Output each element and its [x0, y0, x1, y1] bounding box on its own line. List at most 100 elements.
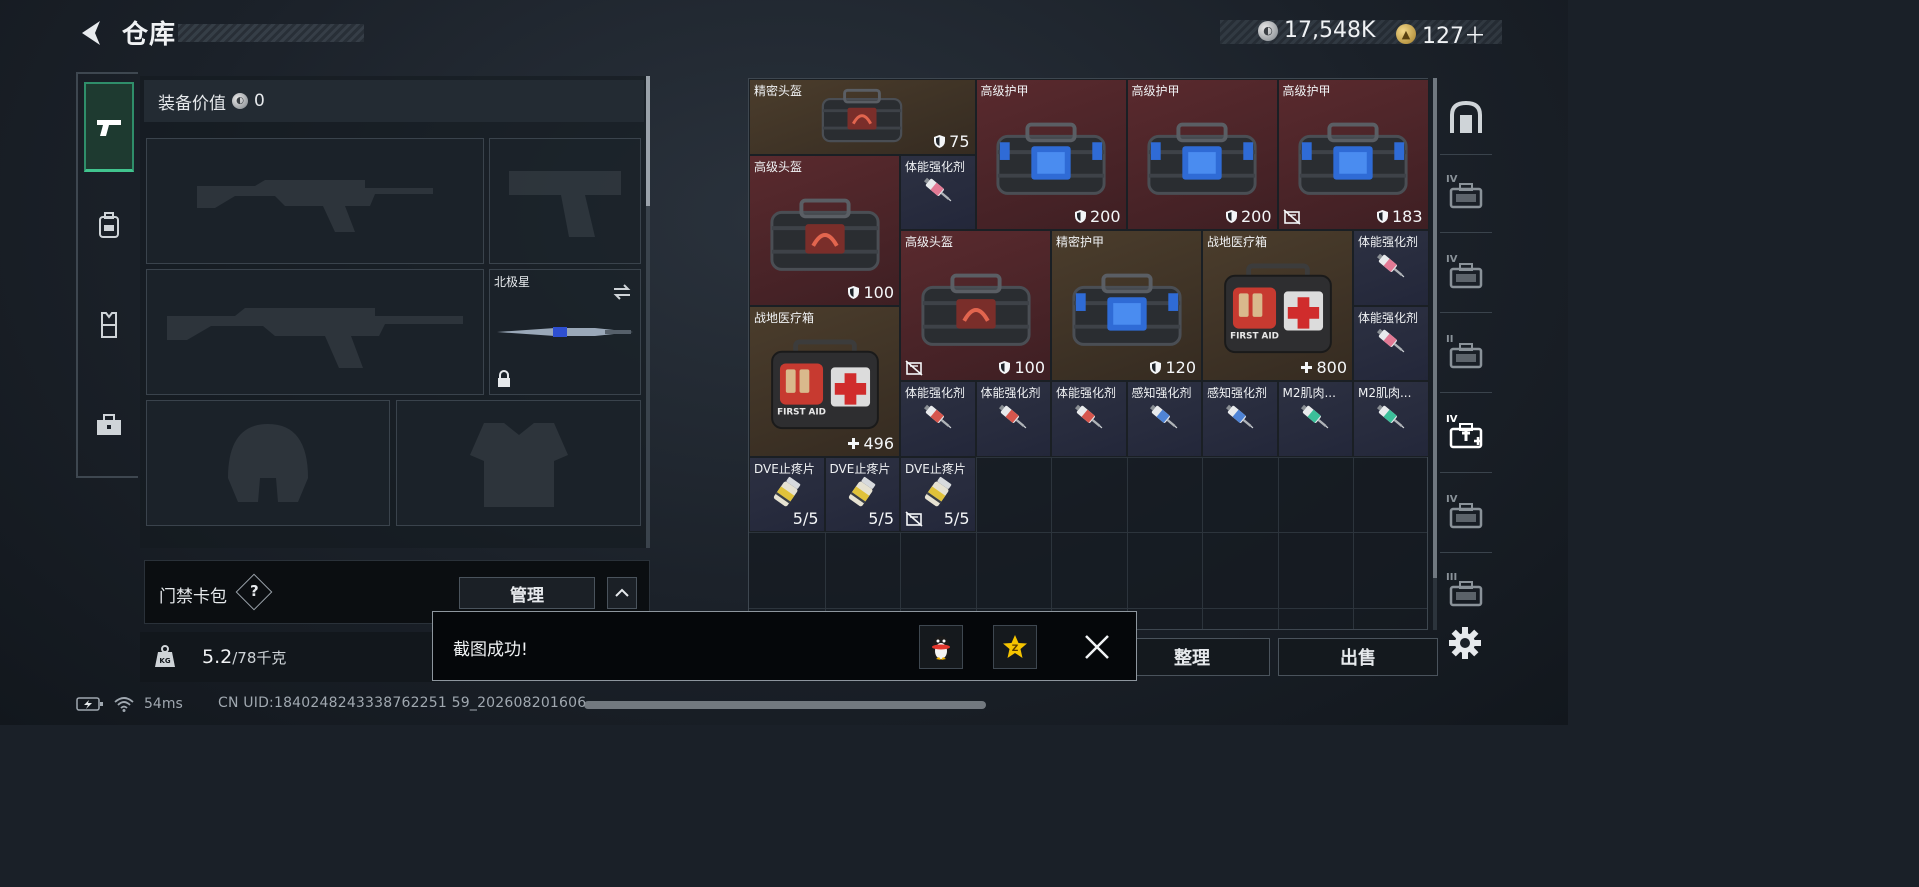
inventory-item[interactable]: 高级头盔 100 [900, 230, 1051, 381]
item-name: 体能强化剂 [905, 386, 966, 400]
syringe-pink-icon [1376, 328, 1405, 353]
svg-text:Z: Z [1012, 644, 1019, 654]
inventory-item[interactable]: 体能强化剂 [1353, 305, 1429, 381]
inventory-item[interactable]: 感知强化剂 [1126, 381, 1202, 457]
melee-slot[interactable]: 北极星 [489, 269, 641, 395]
safe-box-tab[interactable] [1444, 96, 1488, 140]
durability-shield-icon [934, 134, 946, 148]
tab-weapons[interactable] [84, 82, 134, 172]
weight-capacity: /78千克 [232, 649, 287, 667]
inventory-item[interactable]: DVE止疼片 5/5 [824, 456, 900, 532]
container-case-icon [1449, 503, 1483, 529]
ammo-box-tab[interactable]: IV [1444, 254, 1488, 298]
inventory-item[interactable]: 体能强化剂 [1353, 230, 1429, 306]
inventory-item[interactable]: DVE止疼片 5/5 [900, 456, 976, 532]
expand-button[interactable] [607, 577, 637, 609]
armor-slot[interactable] [396, 400, 641, 526]
pistol-slot[interactable] [489, 138, 641, 264]
item-name: 高级头盔 [905, 235, 954, 249]
inventory-item[interactable]: 感知强化剂 [1202, 381, 1278, 457]
pistol-silhouette-icon [509, 171, 621, 237]
back-arrow-icon[interactable] [76, 18, 104, 48]
item-name: 体能强化剂 [980, 386, 1041, 400]
tactical-bag-red-icon [920, 274, 1031, 347]
tactical-bag-red-icon [822, 88, 903, 142]
inventory-item[interactable]: 高级头盔 100 [749, 154, 900, 306]
share-qzone-button[interactable]: Z [993, 625, 1037, 669]
home-indicator[interactable] [584, 701, 986, 709]
item-value-text: 200 [1089, 207, 1121, 226]
item-value-text: 100 [1014, 358, 1045, 377]
weight-current: 5.2 [202, 646, 233, 668]
tab-vest[interactable] [84, 280, 134, 370]
manage-button[interactable]: 管理 [459, 577, 595, 609]
item-value: 5/5 [793, 509, 819, 528]
tab-divider [1440, 232, 1492, 233]
settings-gear-icon[interactable] [1448, 626, 1482, 660]
item-icon-wrap [917, 262, 1035, 360]
container-case-icon [1449, 581, 1483, 607]
item-value: 5/5 [868, 509, 894, 528]
inventory-item[interactable]: 体能强化剂 [900, 154, 976, 230]
item-name: 高级护甲 [1282, 84, 1331, 98]
secondary-weapon-slot[interactable] [146, 269, 484, 395]
tab-items[interactable] [84, 380, 134, 470]
item-value-text: 800 [1316, 358, 1347, 377]
equipment-panel: 装备价值 ◐ 0 北极星 [140, 76, 648, 548]
item-icon-wrap: FIRST AID [1219, 262, 1337, 360]
inventory-item[interactable]: 体能强化剂 [1051, 381, 1127, 457]
page-title: 仓库 [122, 20, 177, 50]
share-qq-button[interactable] [919, 625, 963, 669]
inventory-item[interactable]: DVE止疼片 5/5 [749, 456, 825, 532]
item-icon-wrap [1293, 399, 1337, 438]
equipment-value: 0 [254, 91, 265, 111]
title-decoration [178, 24, 364, 42]
help-icon: ? [249, 582, 259, 601]
inventory-item[interactable]: 高级护甲 200 [975, 79, 1127, 230]
swap-icon[interactable] [612, 284, 632, 300]
first-aid-kit-icon: FIRST AID [770, 339, 879, 430]
inventory-item[interactable]: 高级护甲 200 [1126, 79, 1278, 230]
weapon-rack-tab[interactable]: III [1444, 572, 1488, 616]
inventory-item[interactable]: 体能强化剂 [975, 381, 1051, 457]
weight-bar: KG 5.2/78千克 [140, 632, 440, 682]
primary-weapon-slot[interactable] [146, 138, 484, 264]
inventory-item[interactable]: 精密护甲 120 [1051, 230, 1202, 381]
no-drop-icon [905, 360, 923, 376]
tab-divider [1440, 312, 1492, 313]
medical-box-tab[interactable]: IV [1444, 414, 1488, 458]
inventory-scrollbar[interactable] [1433, 78, 1437, 630]
gun-case-tab[interactable]: II [1444, 334, 1488, 378]
item-icon-wrap [817, 86, 907, 148]
inventory-item[interactable]: 高级护甲 183 [1277, 79, 1429, 230]
item-value-text: 120 [1165, 358, 1196, 377]
weight-icon: KG [155, 645, 175, 667]
sort-button[interactable]: 整理 [1114, 638, 1270, 676]
item-value-text: 183 [1391, 207, 1423, 226]
qzone-star-icon: Z [1003, 635, 1027, 658]
inventory-item[interactable]: M2肌肉... [1353, 381, 1429, 457]
help-button[interactable]: ? [235, 573, 273, 611]
tab-backpack[interactable] [84, 180, 134, 270]
sell-button[interactable]: 出售 [1278, 638, 1438, 676]
no-drop-icon [905, 511, 923, 527]
item-name: 体能强化剂 [1056, 386, 1117, 400]
equipment-value-bar: 装备价值 ◐ 0 [144, 80, 644, 122]
pill-bottle-icon [773, 477, 801, 507]
currency-secondary[interactable]: ▲ 127＋ [1396, 18, 1486, 50]
inventory-item[interactable]: 精密头盔 75 [749, 79, 976, 155]
inventory-item[interactable]: FIRST AID 战地医疗箱 800 [1202, 230, 1353, 381]
close-icon[interactable] [1083, 633, 1111, 661]
armor-case-tab[interactable]: IV [1444, 494, 1488, 538]
syringe-red-icon [923, 404, 952, 429]
equipment-scrollbar[interactable] [646, 76, 650, 548]
inventory-item[interactable]: FIRST AID 战地医疗箱 496 [749, 305, 900, 457]
currency-primary[interactable]: ◐ 17,548K [1258, 18, 1375, 43]
inventory-item[interactable]: 体能强化剂 [900, 381, 976, 457]
tactical-bag-blue-icon [1298, 123, 1408, 196]
inventory-item[interactable]: M2肌肉... [1277, 381, 1353, 457]
container-level: IV [1446, 254, 1458, 265]
rifle-case-tab[interactable]: IV [1444, 174, 1488, 218]
helmet-slot[interactable] [146, 400, 390, 526]
item-name: DVE止疼片 [829, 461, 891, 476]
